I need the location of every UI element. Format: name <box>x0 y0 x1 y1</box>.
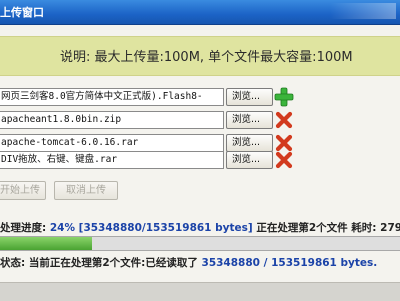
title-bar: 上传窗口 <box>0 0 400 25</box>
cancel-upload-button[interactable]: 取消上传 <box>54 181 118 200</box>
title-bar-highlight <box>330 3 396 19</box>
file-row: 网页三剑客8.0官方简体中文正式版).Flash8- 浏览... <box>0 87 400 107</box>
status-bytes: 35348880 / 153519861 bytes. <box>201 257 378 269</box>
info-text: 说明: 最大上传量:100M, 单个文件最大容量:100M <box>60 50 353 65</box>
browse-button[interactable]: 浏览... <box>226 151 273 169</box>
progress-bar <box>0 236 400 251</box>
remove-x-icon[interactable] <box>274 150 294 170</box>
file-path-input[interactable]: apacheant1.8.0bin.zip <box>0 111 224 129</box>
add-plus-icon[interactable] <box>274 87 294 107</box>
start-upload-button[interactable]: 开始上传 <box>0 181 46 200</box>
file-path-input[interactable]: 网页三剑客8.0官方简体中文正式版).Flash8- <box>0 88 224 106</box>
status-text: 状态: 当前正在处理第2个文件:已经读取了 35348880 / 1535198… <box>0 255 377 270</box>
progress-label: 处理进度: <box>0 222 50 234</box>
browse-button[interactable]: 浏览... <box>226 111 273 129</box>
file-row: apacheant1.8.0bin.zip 浏览... <box>0 111 400 129</box>
browse-button[interactable]: 浏览... <box>226 134 273 152</box>
progress-text: 处理进度: 24% [35348880/153519861 bytes] 正在处… <box>0 220 400 235</box>
remove-x-icon[interactable] <box>274 110 294 130</box>
window-title: 上传窗口 <box>0 6 44 19</box>
status-label: 状态: 当前正在处理第2个文件:已经读取了 <box>0 257 202 269</box>
file-path-input[interactable]: apache-tomcat-6.0.16.rar <box>0 134 224 152</box>
file-row: DIV拖放、右键、键盘.rar 浏览... <box>0 151 400 169</box>
browse-button[interactable]: 浏览... <box>226 88 273 106</box>
file-path-input[interactable]: DIV拖放、右键、键盘.rar <box>0 151 224 169</box>
status-bar <box>0 282 400 301</box>
progress-bar-fill <box>0 237 92 250</box>
progress-percent: 24% [35348880/153519861 bytes] <box>49 222 253 234</box>
progress-detail: 正在处理第2个文件 耗时: 2797 <box>252 222 400 234</box>
file-row: apache-tomcat-6.0.16.rar 浏览... <box>0 134 400 152</box>
info-banner: 说明: 最大上传量:100M, 单个文件最大容量:100M <box>0 36 400 76</box>
